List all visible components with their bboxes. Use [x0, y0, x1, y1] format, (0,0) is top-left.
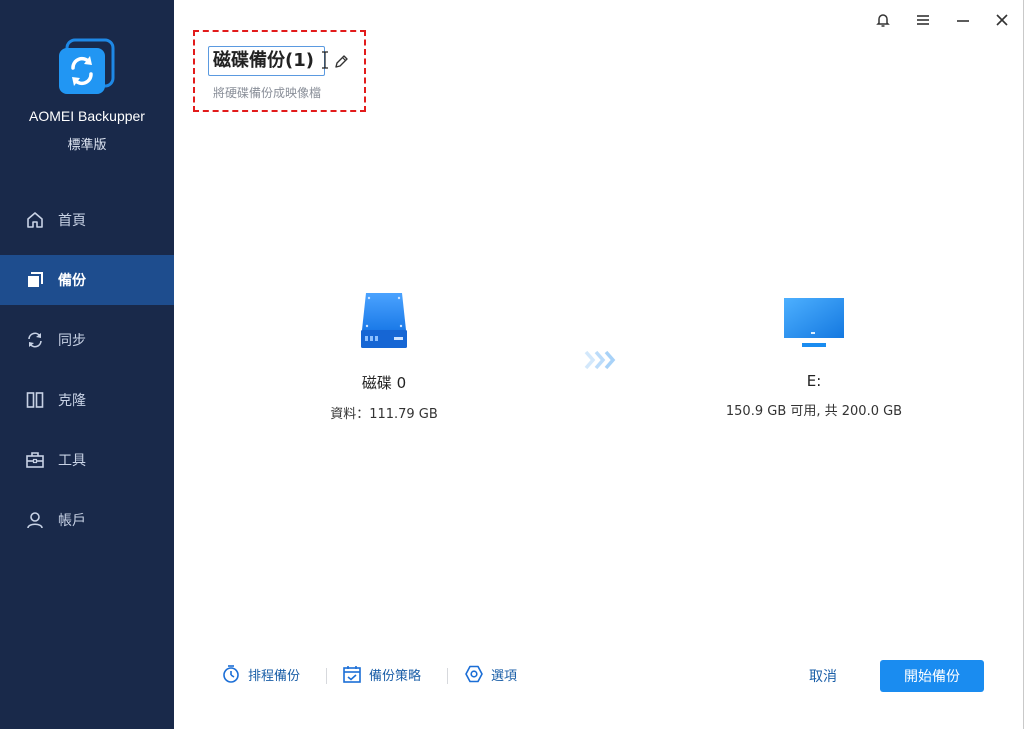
divider [447, 668, 448, 684]
app-edition: 標準版 [67, 138, 107, 153]
edit-pencil-icon[interactable] [333, 54, 349, 70]
sidebar-item-clone[interactable]: 克隆 [0, 375, 174, 425]
sidebar-item-home[interactable]: 首頁 [0, 195, 174, 245]
sidebar: AOMEI Backupper 標準版 首頁 備份 同步 克隆 工具 帳戶 [0, 0, 174, 729]
aomei-logo-icon [59, 38, 115, 94]
sidebar-item-backup[interactable]: 備份 [0, 255, 174, 305]
toolbox-icon [24, 449, 46, 471]
destination-label: E: [806, 372, 822, 390]
sidebar-item-label: 帳戶 [58, 513, 86, 529]
bell-icon[interactable] [872, 10, 894, 30]
main-panel: 磁碟備份(1) 將硬碟備份成映像檔 磁碟 0 資料：111.79 GB E: 1… [174, 0, 1024, 729]
task-subtitle: 將硬碟備份成映像檔 [213, 86, 322, 100]
sidebar-item-account[interactable]: 帳戶 [0, 495, 174, 545]
schedule-backup-link[interactable]: 排程備份 [221, 664, 300, 684]
start-backup-button[interactable]: 開始備份 [880, 660, 984, 692]
task-name-highlight: 磁碟備份(1) 將硬碟備份成映像檔 [193, 30, 366, 112]
monitor-icon [784, 298, 844, 347]
task-name-input[interactable]: 磁碟備份(1) [208, 46, 325, 76]
sidebar-item-label: 克隆 [58, 393, 86, 409]
destination-drive[interactable]: E: 150.9 GB 可用, 共 200.0 GB [719, 290, 909, 419]
source-disk-info: 資料：111.79 GB [330, 407, 438, 422]
backup-scheme-label: 備份策略 [369, 668, 422, 684]
sidebar-item-label: 同步 [58, 333, 86, 349]
cancel-button[interactable]: 取消 [794, 660, 852, 692]
source-disk[interactable]: 磁碟 0 資料：111.79 GB [314, 290, 454, 422]
window-border [1023, 0, 1024, 729]
home-icon [24, 209, 46, 231]
text-cursor-icon [322, 51, 328, 69]
hard-disk-icon [361, 293, 407, 348]
calendar-check-icon [342, 664, 362, 684]
destination-info: 150.9 GB 可用, 共 200.0 GB [725, 404, 903, 419]
user-icon [24, 509, 46, 531]
sidebar-item-label: 首頁 [58, 213, 86, 229]
settings-hexagon-icon [464, 664, 484, 684]
timer-icon [221, 664, 241, 684]
options-label: 選項 [491, 668, 518, 684]
options-link[interactable]: 選項 [464, 664, 517, 684]
app-name: AOMEI Backupper [29, 108, 145, 124]
source-disk-label: 磁碟 0 [361, 374, 407, 392]
divider [326, 668, 327, 684]
sidebar-item-label: 工具 [58, 453, 86, 469]
schedule-backup-label: 排程備份 [248, 668, 301, 684]
menu-icon[interactable] [912, 10, 934, 30]
backup-scheme-link[interactable]: 備份策略 [342, 664, 421, 684]
backup-icon [24, 269, 46, 291]
clone-icon [24, 389, 46, 411]
close-icon[interactable] [991, 10, 1013, 30]
sync-icon [24, 329, 46, 351]
sidebar-item-label: 備份 [58, 273, 86, 289]
sidebar-item-sync[interactable]: 同步 [0, 315, 174, 365]
minimize-icon[interactable] [952, 10, 974, 30]
direction-arrows-icon [584, 350, 616, 370]
sidebar-item-tools[interactable]: 工具 [0, 435, 174, 485]
